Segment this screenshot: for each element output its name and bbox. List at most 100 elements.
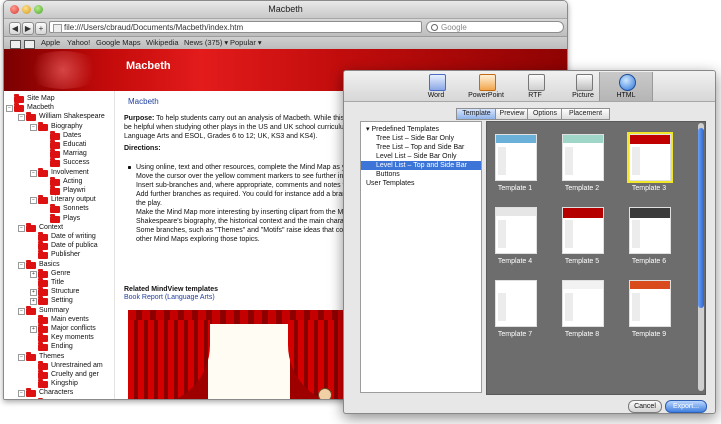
banner-title: Macbeth bbox=[126, 60, 171, 72]
title-bar[interactable]: Macbeth bbox=[4, 1, 567, 19]
bookmark-google-maps[interactable]: Google Maps bbox=[96, 37, 141, 49]
template-tree-item[interactable]: Level List – Side Bar Only bbox=[361, 152, 481, 161]
gallery-scroll-thumb[interactable] bbox=[698, 128, 704, 308]
folder-icon bbox=[14, 103, 24, 113]
folder-icon bbox=[38, 195, 48, 205]
folder-icon bbox=[38, 287, 48, 297]
format-word[interactable]: Word bbox=[410, 72, 462, 101]
template-thumbnail[interactable] bbox=[495, 207, 537, 254]
collapse-icon[interactable]: − bbox=[30, 169, 37, 177]
breadcrumb-link[interactable]: Macbeth bbox=[128, 97, 159, 106]
thumbnail-sidebar-preview bbox=[632, 293, 640, 321]
template-label: Template 8 bbox=[564, 331, 600, 338]
folder-icon bbox=[38, 296, 48, 306]
bookmark-apple[interactable]: Apple bbox=[41, 37, 60, 49]
folder-icon bbox=[50, 158, 60, 168]
template-tree: ▾ Predefined Templates Tree List – Side B… bbox=[360, 121, 482, 393]
collapse-icon[interactable]: − bbox=[30, 197, 37, 205]
expand-icon[interactable]: + bbox=[30, 289, 37, 297]
tab-preview[interactable]: Preview bbox=[495, 108, 529, 120]
template-tree-item[interactable]: Level List – Top and Side Bar bbox=[361, 161, 481, 170]
collapse-icon[interactable]: − bbox=[18, 390, 25, 398]
folder-icon bbox=[26, 305, 36, 315]
folder-icon bbox=[50, 176, 60, 186]
address-bar[interactable]: file:///Users/cbraud/Documents/Macbeth/i… bbox=[49, 21, 422, 33]
template-thumbnail[interactable] bbox=[629, 207, 671, 254]
template-thumbnail[interactable] bbox=[629, 280, 671, 327]
collapse-icon[interactable]: − bbox=[18, 353, 25, 361]
expand-icon[interactable]: + bbox=[30, 298, 37, 306]
folder-icon bbox=[38, 333, 48, 343]
sidebar-item[interactable]: Macbeth bbox=[4, 397, 114, 399]
back-button[interactable]: ◀ bbox=[9, 22, 21, 35]
template-thumbnail[interactable] bbox=[495, 134, 537, 181]
folder-icon bbox=[38, 121, 48, 131]
purpose-line-1: To help students carry out an analysis o… bbox=[154, 115, 369, 122]
folder-icon bbox=[26, 222, 36, 232]
template-thumbnail[interactable] bbox=[495, 280, 537, 327]
folder-icon bbox=[38, 360, 48, 370]
related-link[interactable]: Book Report (Language Arts) bbox=[124, 294, 215, 301]
browser-toolbar: ◀ ▶ + file:///Users/cbraud/Documents/Mac… bbox=[4, 19, 567, 37]
tab-template[interactable]: Template bbox=[456, 108, 497, 120]
search-icon bbox=[431, 24, 438, 31]
powerpoint-icon bbox=[479, 74, 496, 91]
template-tree-item[interactable]: ▾ Predefined Templates bbox=[361, 125, 481, 134]
folder-icon bbox=[38, 268, 48, 278]
template-tree-item[interactable]: Buttons bbox=[361, 170, 481, 179]
format-html-label: HTML bbox=[616, 92, 636, 99]
template-label: Template 7 bbox=[497, 331, 533, 338]
tab-options[interactable]: Options bbox=[527, 108, 563, 120]
collapse-icon[interactable]: − bbox=[6, 105, 13, 113]
thumbnail-sidebar-preview bbox=[632, 147, 640, 175]
add-bookmark-button[interactable]: + bbox=[35, 22, 47, 35]
forward-button[interactable]: ▶ bbox=[22, 22, 34, 35]
folder-icon bbox=[26, 388, 36, 398]
folder-icon bbox=[38, 232, 48, 241]
folder-icon bbox=[50, 130, 60, 140]
collapse-icon[interactable]: − bbox=[18, 114, 25, 122]
template-label: Template 6 bbox=[631, 258, 667, 265]
expand-icon[interactable]: + bbox=[30, 270, 37, 278]
format-html[interactable]: HTML bbox=[599, 72, 653, 101]
folder-icon bbox=[50, 213, 60, 223]
search-placeholder: Google bbox=[441, 23, 467, 32]
thumbnail-sidebar-preview bbox=[498, 147, 506, 175]
search-field[interactable]: Google bbox=[426, 21, 564, 33]
folder-icon bbox=[50, 149, 60, 159]
format-powerpoint-label: PowerPoint bbox=[468, 92, 504, 99]
address-text: file:///Users/cbraud/Documents/Macbeth/i… bbox=[64, 23, 244, 32]
template-thumbnail[interactable] bbox=[562, 280, 604, 327]
template-tree-item[interactable]: Tree List – Top and Side Bar bbox=[361, 143, 481, 152]
folder-icon bbox=[38, 324, 48, 333]
collapse-icon[interactable]: − bbox=[18, 307, 25, 315]
expand-icon[interactable]: + bbox=[30, 326, 37, 333]
template-tree-item[interactable]: Tree List – Side Bar Only bbox=[361, 134, 481, 143]
template-thumbnail[interactable] bbox=[562, 134, 604, 181]
collapse-icon[interactable]: − bbox=[18, 224, 25, 232]
format-toolbar: Word PowerPoint RTF Picture HTML bbox=[344, 71, 715, 102]
bookmark-news-menu[interactable]: News (375) ▾ bbox=[184, 37, 228, 49]
grid-icon[interactable] bbox=[24, 40, 35, 49]
folder-icon bbox=[38, 342, 48, 352]
thumbnail-sidebar-preview bbox=[565, 220, 573, 248]
bookmark-yahoo[interactable]: Yahoo! bbox=[67, 37, 90, 49]
folder-icon bbox=[38, 379, 48, 389]
thumbnail-sidebar-preview bbox=[565, 293, 573, 321]
collapse-icon[interactable]: − bbox=[18, 261, 25, 269]
book-icon[interactable] bbox=[10, 40, 21, 49]
export-button[interactable]: Export... bbox=[665, 400, 707, 413]
format-powerpoint[interactable]: PowerPoint bbox=[460, 72, 512, 101]
format-rtf[interactable]: RTF bbox=[509, 72, 561, 101]
template-thumbnail[interactable] bbox=[627, 132, 673, 183]
bookmark-wikipedia[interactable]: Wikipedia bbox=[146, 37, 179, 49]
template-thumbnail[interactable] bbox=[562, 207, 604, 254]
template-tree-item[interactable]: User Templates bbox=[361, 179, 481, 188]
cancel-button[interactable]: Cancel bbox=[628, 400, 662, 413]
folder-icon bbox=[50, 204, 60, 214]
bookmark-popular-menu[interactable]: Popular ▾ bbox=[230, 37, 262, 49]
globe-icon bbox=[619, 74, 636, 91]
collapse-icon[interactable]: − bbox=[30, 123, 37, 131]
tab-placement[interactable]: Placement bbox=[561, 108, 610, 120]
word-icon bbox=[429, 74, 446, 91]
